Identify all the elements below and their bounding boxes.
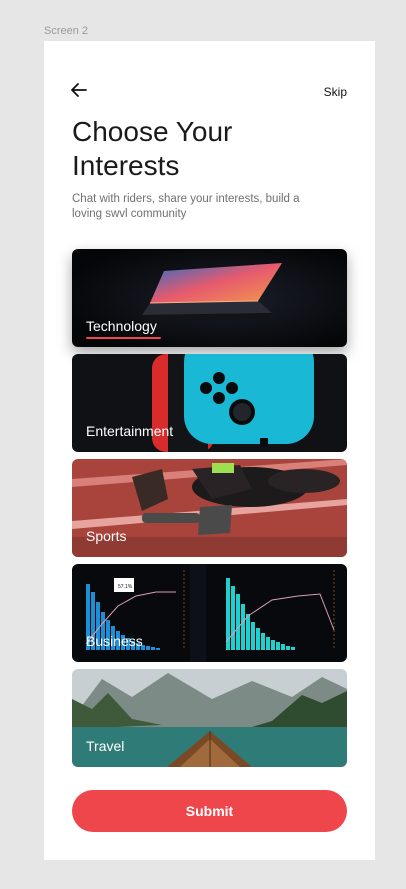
interest-label: Travel xyxy=(86,738,125,754)
phone-screen: Skip Choose Your Interests Chat with rid… xyxy=(44,41,375,860)
canvas-screen-label: Screen 2 xyxy=(44,25,89,37)
interest-label: Sports xyxy=(86,528,127,544)
chart-tooltip: 57.1% xyxy=(118,584,133,590)
interest-card-travel[interactable]: Travel xyxy=(72,669,347,767)
interest-card-business[interactable]: 57.1% Business xyxy=(72,564,347,662)
interest-card-sports[interactable]: Sports xyxy=(72,459,347,557)
selected-underline xyxy=(86,337,161,339)
interest-card-technology[interactable]: Technology xyxy=(72,249,347,347)
skip-button[interactable]: Skip xyxy=(324,85,347,99)
interest-list: Technology Entertainment Sports 57.1% Bu… xyxy=(72,249,347,774)
submit-button[interactable]: Submit xyxy=(72,790,347,832)
page-title: Choose Your Interests xyxy=(72,116,233,181)
interest-label: Technology xyxy=(86,318,157,334)
page-subtitle: Chat with riders, share your interests, … xyxy=(72,193,300,220)
interest-label: Business xyxy=(86,633,143,649)
back-arrow-icon[interactable] xyxy=(70,81,88,99)
interest-card-entertainment[interactable]: Entertainment xyxy=(72,354,347,452)
interest-label: Entertainment xyxy=(86,423,174,439)
